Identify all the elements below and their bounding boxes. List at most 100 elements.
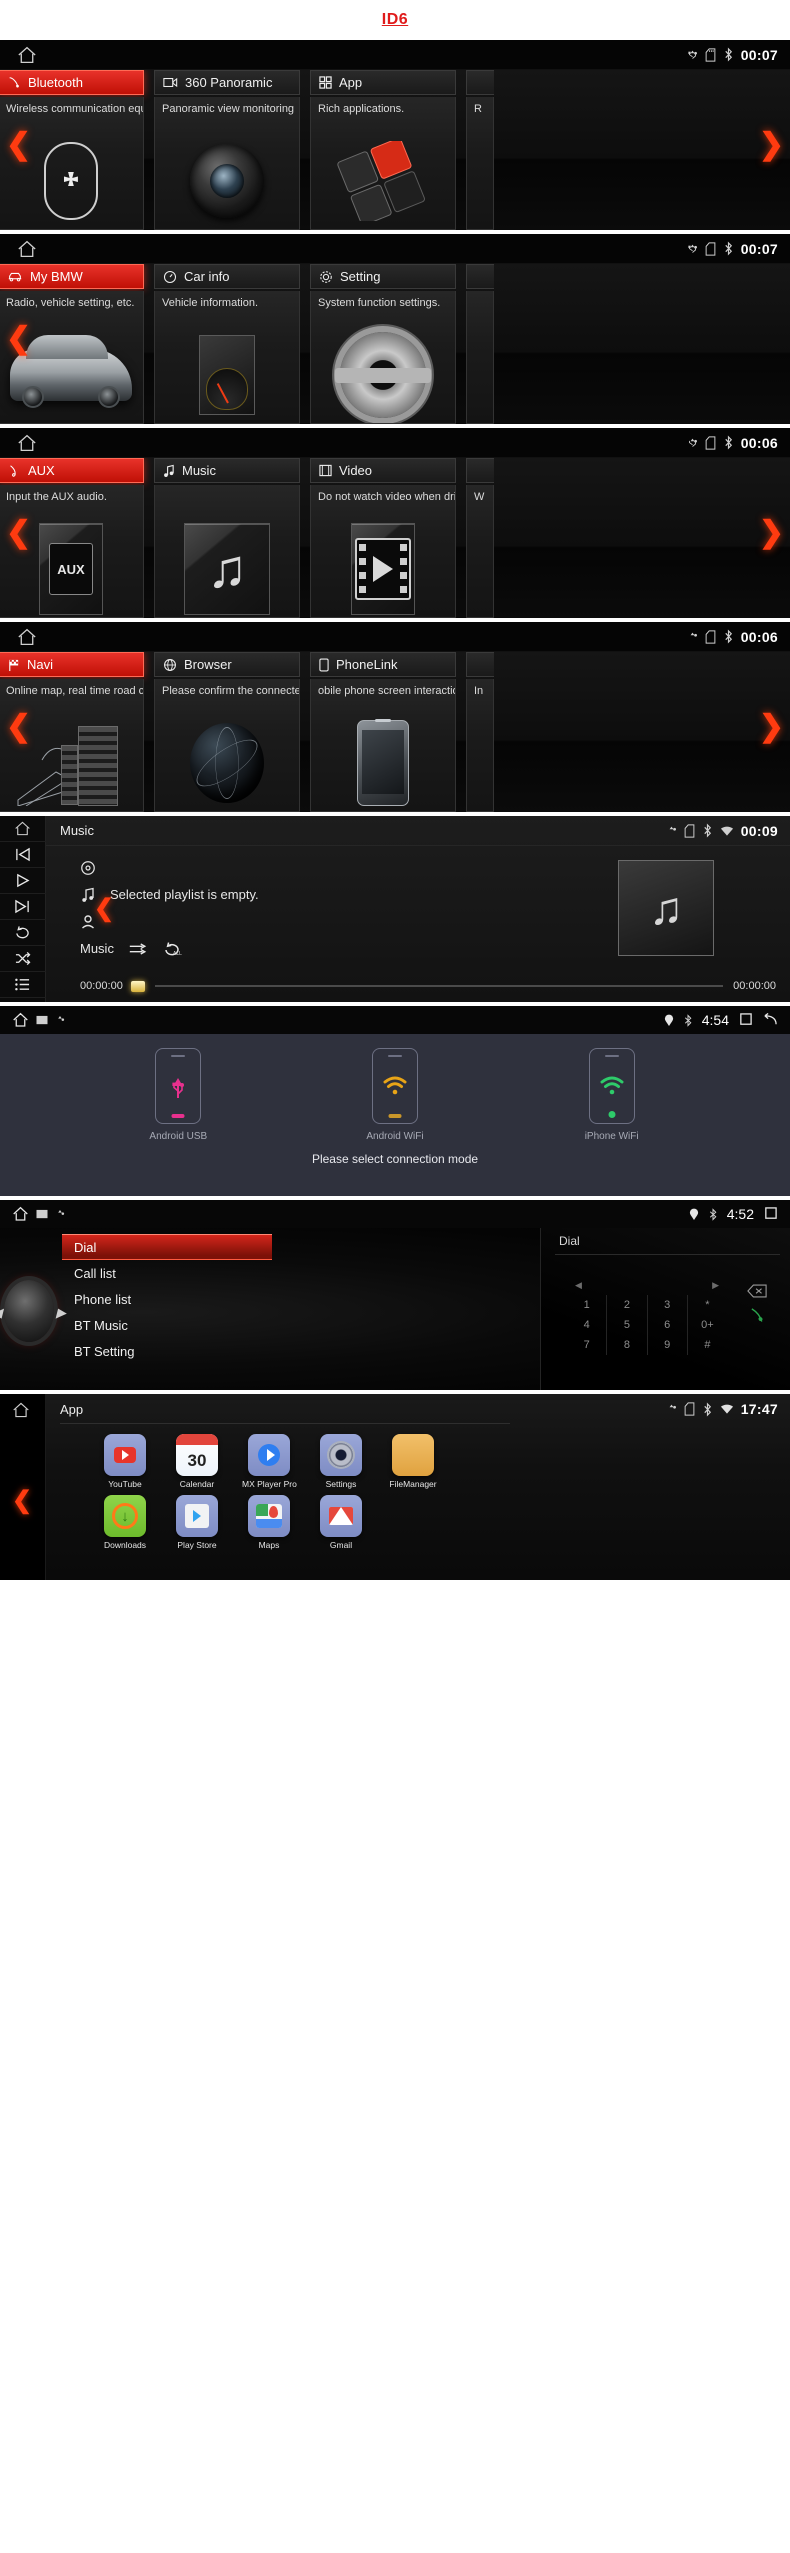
app-calendar[interactable]: 30 Calendar: [170, 1434, 224, 1489]
home-carousel[interactable]: ❮ ❯ ivir Bluetooth Wireless communicatio…: [0, 70, 790, 230]
repeat-all-icon[interactable]: ALL: [162, 941, 182, 957]
tile-title: Navi: [27, 657, 54, 672]
usb-icon: [687, 436, 698, 450]
app-filemanager[interactable]: FileManager: [386, 1434, 440, 1489]
carousel-next-arrow[interactable]: ❯: [759, 130, 784, 160]
playlist-icon[interactable]: [0, 972, 46, 998]
right-arrow-icon[interactable]: ▶: [712, 1280, 719, 1291]
tile-car-info[interactable]: Car info Vehicle information.: [154, 264, 300, 424]
backspace-icon[interactable]: [747, 1284, 767, 1298]
music-prev-arrow[interactable]: ❮: [94, 894, 114, 923]
carousel-next-arrow[interactable]: ❯: [759, 518, 784, 548]
page-title[interactable]: ID6: [382, 11, 408, 29]
tile-edge-right[interactable]: W: [466, 458, 494, 618]
key-1[interactable]: 1: [567, 1295, 608, 1315]
play-icon[interactable]: [0, 868, 46, 894]
carousel-prev-arrow[interactable]: ❮: [6, 324, 31, 354]
key-2[interactable]: 2: [607, 1295, 648, 1315]
home-carousel[interactable]: ❮ ❯ one AUX Input the AUX audio. AUX: [0, 458, 790, 618]
key-8[interactable]: 8: [607, 1335, 648, 1355]
carousel-prev-arrow[interactable]: ❮: [6, 518, 31, 548]
app-youtube[interactable]: YouTube: [98, 1434, 152, 1489]
app-gmail[interactable]: Gmail: [314, 1495, 368, 1550]
key-7[interactable]: 7: [567, 1335, 608, 1355]
key-star[interactable]: *: [688, 1295, 727, 1315]
key-6[interactable]: 6: [648, 1315, 688, 1335]
carousel-next-arrow[interactable]: ❯: [759, 712, 784, 742]
menu-item-dial[interactable]: Dial: [62, 1234, 272, 1260]
app-mx-player-pro[interactable]: MX Player Pro: [242, 1434, 297, 1489]
tile-music[interactable]: Music ♫: [154, 458, 300, 618]
status-icons: 00:07: [687, 47, 790, 63]
home-icon[interactable]: [0, 434, 54, 452]
app-settings[interactable]: Settings: [314, 1434, 368, 1489]
next-track-icon[interactable]: [0, 894, 46, 920]
tile-app[interactable]: App Rich applications.: [310, 70, 456, 230]
order-play-icon[interactable]: [128, 942, 148, 956]
key-5[interactable]: 5: [607, 1315, 648, 1335]
calendar-icon: 30: [176, 1434, 218, 1476]
key-0[interactable]: 0+: [688, 1315, 727, 1335]
speaker-slot: [171, 1055, 186, 1057]
shuffle-icon[interactable]: [0, 946, 46, 972]
menu-item-call-list[interactable]: Call list: [62, 1260, 272, 1286]
app-maps[interactable]: Maps: [242, 1495, 296, 1550]
connection-card-iphone-wifi[interactable]: iPhone WiFi: [566, 1048, 658, 1142]
connection-label: Android WiFi: [366, 1131, 424, 1142]
tile-browser[interactable]: Browser Please confirm the connected: [154, 652, 300, 812]
key-9[interactable]: 9: [648, 1335, 688, 1355]
key-hash[interactable]: #: [688, 1335, 727, 1355]
tile-edge-right[interactable]: In: [466, 652, 494, 812]
app-label: Settings: [325, 1479, 357, 1489]
home-icon[interactable]: [0, 816, 46, 842]
left-arrow-icon[interactable]: ◀: [575, 1280, 582, 1291]
home-carousel[interactable]: ❮ ❯ Navi Online map, real time road con: [0, 652, 790, 812]
key-4[interactable]: 4: [567, 1315, 608, 1335]
tile-360-panoramic[interactable]: 360 Panoramic Panoramic view monitoring: [154, 70, 300, 230]
calendar-day: 30: [187, 1450, 207, 1470]
carousel-prev-arrow[interactable]: ❮: [6, 712, 31, 742]
app-play-store[interactable]: Play Store: [170, 1495, 224, 1550]
tile-desc: R: [474, 103, 482, 115]
tile-video[interactable]: Video Do not watch video when drivi: [310, 458, 456, 618]
keypad[interactable]: ◀ ▶ 1 2 3 * 4 5 6 0+ 7 8 9 #: [567, 1280, 727, 1355]
app-prev-arrow[interactable]: ❮: [12, 1486, 32, 1515]
left-arrow-icon[interactable]: ◀: [0, 1305, 2, 1321]
tile-phonelink[interactable]: PhoneLink obile phone screen interaction: [310, 652, 456, 812]
recents-icon[interactable]: [738, 1013, 753, 1027]
idrive-knob[interactable]: ◀ ▶: [0, 1280, 66, 1342]
location-icon: [664, 1014, 674, 1027]
music-seek-bar[interactable]: 00:00:00 00:00:00: [80, 980, 776, 992]
home-icon[interactable]: [12, 1402, 30, 1423]
tile-setting[interactable]: Setting System function settings.: [310, 264, 456, 424]
home-icon[interactable]: [12, 1206, 29, 1222]
key-3[interactable]: 3: [648, 1295, 688, 1315]
flag-icon: [7, 658, 20, 672]
menu-item-bt-setting[interactable]: BT Setting: [62, 1338, 272, 1364]
seek-handle[interactable]: [130, 980, 145, 992]
carousel-prev-arrow[interactable]: ❮: [6, 130, 31, 160]
call-icon[interactable]: [749, 1307, 766, 1323]
app-label: Play Store: [177, 1540, 217, 1550]
phone-outline: [588, 1048, 635, 1124]
bluetooth-icon: [702, 1402, 713, 1417]
connection-card-android-wifi[interactable]: Android WiFi: [349, 1048, 441, 1142]
prev-track-icon[interactable]: [0, 842, 46, 868]
app-downloads[interactable]: ↓ Downloads: [98, 1495, 152, 1550]
seek-track[interactable]: [154, 985, 724, 987]
home-icon[interactable]: [0, 46, 54, 64]
screen-phone-dial: 4:52 ◀ ▶ Dial Call list Phone list BT Mu…: [0, 1200, 790, 1390]
back-icon[interactable]: [762, 1013, 778, 1027]
connection-card-android-usb[interactable]: Android USB: [132, 1048, 224, 1142]
home-carousel[interactable]: ❮ My BMW Radio, vehicle setting, etc. Ca…: [0, 264, 790, 424]
recents-icon[interactable]: [763, 1207, 778, 1221]
menu-item-bt-music[interactable]: BT Music: [62, 1312, 272, 1338]
status-bar: 00:07: [0, 234, 790, 264]
tile-edge-right[interactable]: R: [466, 70, 494, 230]
tile-edge-right[interactable]: [466, 264, 494, 424]
home-icon[interactable]: [0, 628, 54, 646]
repeat-icon[interactable]: [0, 920, 46, 946]
home-icon[interactable]: [12, 1012, 29, 1028]
menu-item-phone-list[interactable]: Phone list: [62, 1286, 272, 1312]
home-icon[interactable]: [0, 240, 54, 258]
